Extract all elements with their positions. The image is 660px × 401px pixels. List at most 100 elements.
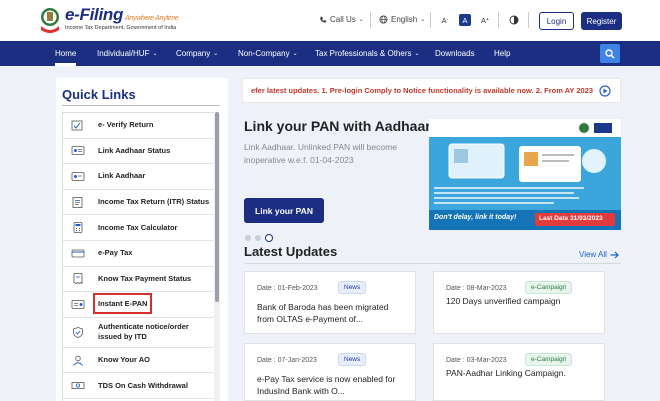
header-divider <box>498 12 499 28</box>
header-divider <box>370 12 371 28</box>
view-all-link[interactable]: View All <box>579 250 619 259</box>
quick-link-e-pay-tax[interactable]: e-Pay Tax <box>63 241 215 267</box>
instant-e-pan-highlight <box>93 293 152 314</box>
quick-link-label: TDS On Cash Withdrawal <box>98 380 188 390</box>
contrast-toggle-icon[interactable] <box>509 15 519 25</box>
quick-link-label: Link Aadhaar Status <box>98 145 171 155</box>
font-decrease-button[interactable]: A- <box>439 14 451 26</box>
quick-link-authenticate-notice[interactable]: Authenticate notice/order issued by ITD <box>63 318 215 348</box>
register-button[interactable]: Register <box>581 12 622 30</box>
login-button[interactable]: Login <box>539 12 574 30</box>
hero-description: Link Aadhaar. Unlinked PAN will become i… <box>244 142 397 165</box>
call-us-label: Call Us <box>330 15 356 24</box>
chevron-down-icon: ⌄ <box>152 51 158 57</box>
update-badge: News <box>338 353 367 366</box>
language-label: English <box>391 15 418 24</box>
update-badge: News <box>338 281 367 294</box>
receipt-icon <box>73 273 83 285</box>
language-selector[interactable]: English ⌄ <box>379 15 425 24</box>
quick-links-panel: Quick Links e- Verify Return Link Aadhaa… <box>56 78 228 401</box>
id-card-icon <box>71 172 85 181</box>
update-text: 120 Days unverified campaign <box>446 296 561 306</box>
quick-link-know-your-ao[interactable]: Know Your AO <box>63 348 215 374</box>
id-card-icon <box>71 146 85 156</box>
national-emblem-icon[interactable] <box>38 7 62 35</box>
logo-subtitle: Income Tax Department, Government of Ind… <box>65 25 177 31</box>
chevron-down-icon: ⌄ <box>213 51 219 57</box>
banner-tagline: Don't delay, link it today! <box>434 214 517 221</box>
nav-item-help[interactable]: Help <box>494 41 510 66</box>
cash-icon <box>71 382 85 390</box>
quick-link-label: e-Pay Tax <box>98 248 133 258</box>
quick-link-tax-calculator[interactable]: Income Tax Calculator <box>63 215 215 241</box>
quick-link-tds-cash-withdrawal[interactable]: TDS On Cash Withdrawal <box>63 373 215 399</box>
announcement-text[interactable]: efer latest updates. 1. Pre-login Comply… <box>251 86 593 95</box>
payment-icon <box>71 249 85 258</box>
update-card[interactable]: Date : 08-Mar-2023 e-Campaign 120 Days u… <box>433 271 605 334</box>
carousel-dot[interactable] <box>255 235 261 241</box>
quick-link-e-verify-return[interactable]: e- Verify Return <box>63 113 215 139</box>
update-text: Bank of Baroda has been migrated from OL… <box>257 302 389 324</box>
user-icon <box>73 355 83 366</box>
update-text: PAN-Aadhar Linking Campaign. <box>446 368 566 378</box>
phone-icon <box>320 16 327 23</box>
quick-links-title: Quick Links <box>62 87 136 102</box>
latest-updates-title: Latest Updates <box>244 244 338 259</box>
carousel-dot-active[interactable] <box>265 234 273 242</box>
update-date: Date : 01-Feb-2023 <box>257 285 318 292</box>
quick-link-label: Authenticate notice/order issued by ITD <box>98 322 189 342</box>
link-pan-button[interactable]: Link your PAN <box>244 198 324 223</box>
nav-item-home[interactable]: Home <box>55 41 77 66</box>
search-button[interactable] <box>600 44 620 63</box>
update-date: Date : 08-Mar-2023 <box>446 285 507 292</box>
quick-link-label: e- Verify Return <box>98 120 154 130</box>
quick-link-tax-payment-status[interactable]: Know Tax Payment Status <box>63 267 215 293</box>
pause-ticker-icon[interactable] <box>599 85 611 97</box>
update-badge: e-Campaign <box>525 281 573 294</box>
font-normal-button[interactable]: A <box>459 14 471 26</box>
nav-item-company[interactable]: Company ⌄ <box>176 41 218 66</box>
logo-title[interactable]: e-Filing Anywhere Anytime <box>65 5 179 25</box>
chevron-down-icon: ⌄ <box>414 51 420 57</box>
nav-item-downloads[interactable]: Downloads <box>435 41 475 66</box>
quick-link-label: Income Tax Return (ITR) Status <box>98 197 210 207</box>
calculator-icon <box>73 222 83 234</box>
font-increase-button[interactable]: A + <box>479 14 491 26</box>
quick-links-list: e- Verify Return Link Aadhaar Status Lin… <box>62 112 216 401</box>
quick-link-aadhaar-status[interactable]: Link Aadhaar Status <box>63 139 215 165</box>
search-icon <box>605 48 615 59</box>
quick-link-label: Link Aadhaar <box>98 171 146 181</box>
pan-aadhaar-banner-image[interactable]: Don't delay, link it today! Last Date 31… <box>429 119 621 230</box>
globe-icon <box>379 15 388 24</box>
chevron-down-icon: ⌄ <box>358 17 364 23</box>
chevron-down-icon: ⌄ <box>292 51 298 57</box>
quick-links-scrollbar-thumb[interactable] <box>215 112 219 302</box>
carousel-dot[interactable] <box>245 235 251 241</box>
update-text: e-Pay Tax service is now enabled for Ind… <box>257 374 396 396</box>
quick-link-label: Know Your AO <box>98 355 150 365</box>
nav-item-individual[interactable]: Individual/HUF ⌄ <box>97 41 158 66</box>
nav-item-tax-professionals[interactable]: Tax Professionals & Others ⌄ <box>315 41 420 66</box>
quick-links-divider <box>62 105 220 106</box>
carousel-indicators <box>245 234 273 242</box>
update-card[interactable]: Date : 03-Mar-2023 e-Campaign PAN-Aadhar… <box>433 343 605 401</box>
banner-date: Last Date 31/03/2023 <box>539 215 603 222</box>
main-nav: Home Individual/HUF ⌄ Company ⌄ Non-Compan… <box>0 41 660 66</box>
arrow-right-icon <box>610 251 619 258</box>
call-us-menu[interactable]: Call Us ⌄ <box>319 15 364 24</box>
announcement-ticker: efer latest updates. 1. Pre-login Comply… <box>242 78 621 103</box>
latest-updates-divider <box>244 263 621 264</box>
quick-link-label: Know Tax Payment Status <box>98 273 192 283</box>
header-divider <box>430 12 431 28</box>
nav-item-non-company[interactable]: Non-Company ⌄ <box>238 41 298 66</box>
update-card[interactable]: Date : 07-Jan-2023 News e-Pay Tax servic… <box>244 343 416 401</box>
chevron-down-icon: ⌄ <box>420 17 426 23</box>
quick-link-link-aadhaar[interactable]: Link Aadhaar <box>63 164 215 190</box>
update-badge: e-Campaign <box>525 353 573 366</box>
update-date: Date : 07-Jan-2023 <box>257 357 317 364</box>
quick-link-itr-status[interactable]: Income Tax Return (ITR) Status <box>63 190 215 216</box>
quick-link-label: Income Tax Calculator <box>98 222 178 232</box>
site-header: e-Filing Anywhere Anytime Income Tax Depa… <box>0 0 660 41</box>
update-date: Date : 03-Mar-2023 <box>446 357 507 364</box>
update-card[interactable]: Date : 01-Feb-2023 News Bank of Baroda h… <box>244 271 416 334</box>
